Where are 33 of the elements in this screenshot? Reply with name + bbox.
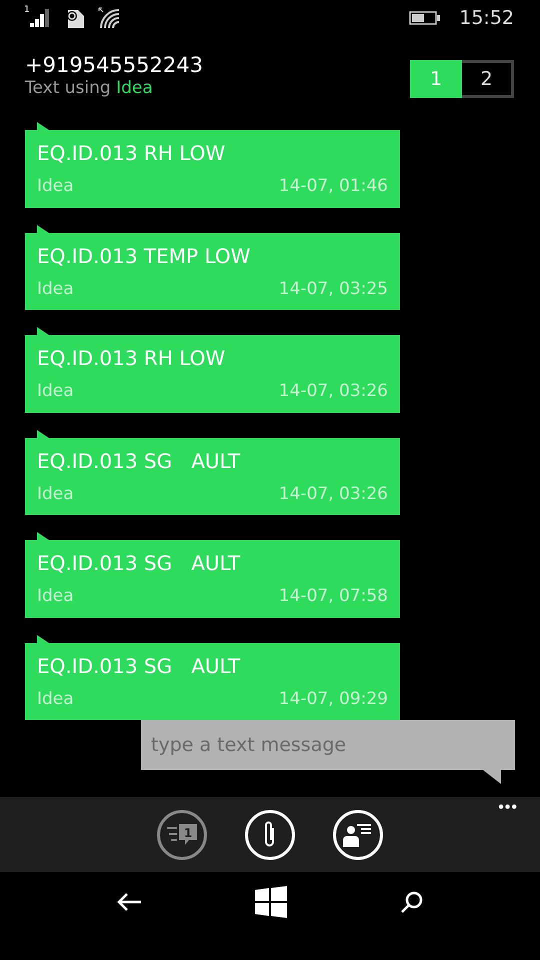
speech-tail-icon xyxy=(483,770,501,784)
back-icon[interactable] xyxy=(116,892,142,912)
message-time: 14-07, 03:25 xyxy=(278,278,388,298)
message-carrier: Idea xyxy=(37,688,74,708)
message-carrier: Idea xyxy=(37,484,74,504)
more-button[interactable]: ••• xyxy=(498,799,518,817)
message-time: 14-07, 09:29 xyxy=(278,688,388,708)
message-text: EQ.ID.013 SG AULT xyxy=(37,652,242,678)
windows-icon[interactable] xyxy=(254,886,287,918)
message-carrier: Idea xyxy=(37,176,74,196)
message-text: EQ.ID.013 TEMP LOW xyxy=(37,242,252,268)
search-icon[interactable] xyxy=(400,890,424,914)
message-text: EQ.ID.013 SG AULT xyxy=(37,550,242,576)
message-input[interactable]: type a text message xyxy=(141,720,515,770)
message-carrier: Idea xyxy=(37,278,74,298)
message-text: EQ.ID.013 SG AULT xyxy=(37,448,242,474)
sim-subtitle: Text using Idea xyxy=(25,78,154,98)
message-time: 14-07, 07:58 xyxy=(278,586,388,606)
battery-icon xyxy=(409,11,442,25)
message-text: EQ.ID.013 RH LOW xyxy=(37,345,226,371)
clock: 15:52 xyxy=(459,7,514,29)
message-carrier: Idea xyxy=(37,381,74,401)
sim-number: 1 xyxy=(24,5,30,15)
message-time: 14-07, 01:46 xyxy=(278,176,388,196)
contact-button[interactable] xyxy=(333,810,383,860)
message-time: 14-07, 03:26 xyxy=(278,381,388,401)
message-text: EQ.ID.013 RH LOW xyxy=(37,140,226,166)
contact-number: +919545552243 xyxy=(25,52,203,78)
message-time: 14-07, 03:26 xyxy=(278,484,388,504)
message-carrier: Idea xyxy=(37,586,74,606)
sim-tab[interactable]: 2 xyxy=(462,60,514,98)
attach-button[interactable] xyxy=(245,810,295,860)
wifi-icon xyxy=(98,7,122,29)
